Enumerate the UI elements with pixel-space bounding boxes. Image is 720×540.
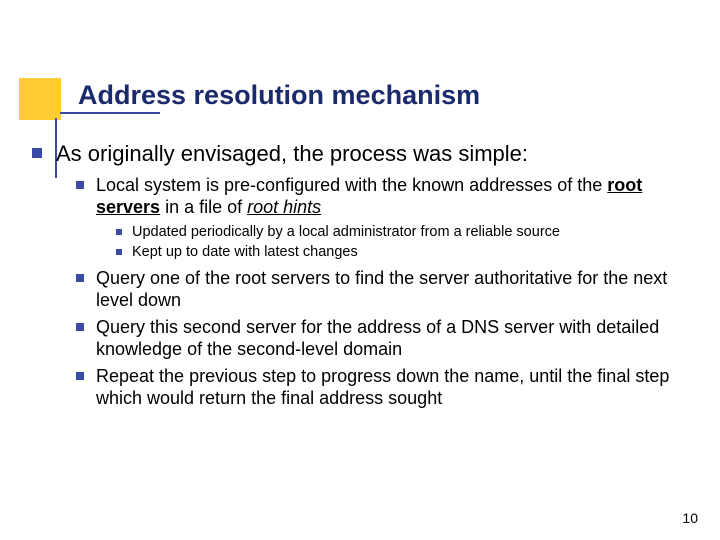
page-number: 10: [682, 510, 698, 526]
list-item: Local system is pre-configured with the …: [76, 174, 688, 219]
list-item-text: Local system is pre-configured with the …: [96, 174, 688, 219]
list-item-text: Updated periodically by a local administ…: [132, 223, 560, 241]
list-item-text: As originally envisaged, the process was…: [56, 140, 528, 168]
list-item-text: Kept up to date with latest changes: [132, 243, 358, 261]
bullet-icon: [32, 148, 42, 158]
bullet-icon: [76, 372, 84, 380]
bullet-icon: [116, 249, 122, 255]
text-span: in a file of: [160, 197, 247, 217]
accent-line-horizontal: [60, 112, 160, 114]
bullet-icon: [76, 323, 84, 331]
list-item-text: Query one of the root servers to find th…: [96, 267, 688, 312]
slide-content: As originally envisaged, the process was…: [32, 140, 688, 414]
list-item: As originally envisaged, the process was…: [32, 140, 688, 168]
bullet-icon: [76, 181, 84, 189]
list-item: Updated periodically by a local administ…: [116, 223, 688, 241]
list-item: Query one of the root servers to find th…: [76, 267, 688, 312]
bullet-icon: [116, 229, 122, 235]
list-item-text: Repeat the previous step to progress dow…: [96, 365, 688, 410]
list-item: Kept up to date with latest changes: [116, 243, 688, 261]
list-item: Repeat the previous step to progress dow…: [76, 365, 688, 410]
bullet-icon: [76, 274, 84, 282]
slide-title: Address resolution mechanism: [78, 80, 480, 111]
list-item-text: Query this second server for the address…: [96, 316, 688, 361]
accent-square: [19, 78, 61, 120]
emphasis-italic-underline: root hints: [247, 197, 321, 217]
text-span: Local system is pre-configured with the …: [96, 175, 607, 195]
list-item: Query this second server for the address…: [76, 316, 688, 361]
